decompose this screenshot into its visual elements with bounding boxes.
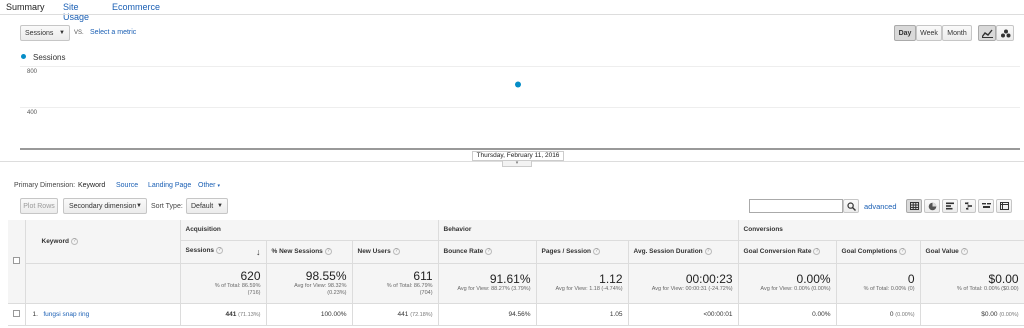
chevron-down-icon: ▼ bbox=[59, 30, 65, 36]
help-icon[interactable]: ? bbox=[485, 247, 493, 255]
total-cell: 98.55% Avg for View: 98.32% (0.23%) bbox=[266, 263, 353, 304]
select-all-checkbox[interactable] bbox=[13, 256, 20, 264]
pivot-icon[interactable] bbox=[996, 199, 1012, 213]
total-cell: 0% of Total: 0.00% (0) bbox=[836, 263, 921, 304]
total-cell: 0.00% Avg for View: 0.00% (0.00%) bbox=[738, 263, 837, 304]
col-pages-session[interactable]: Pages / Session? bbox=[536, 240, 629, 264]
totals-label-cell bbox=[25, 263, 181, 304]
help-icon[interactable]: ? bbox=[392, 247, 400, 255]
select-all-cell bbox=[8, 220, 26, 304]
goal-conv-rate-cell: 0.00% bbox=[738, 303, 837, 326]
bounce-rate-cell: 94.56% bbox=[438, 303, 537, 326]
row-checkbox[interactable] bbox=[13, 309, 20, 317]
search-icon[interactable] bbox=[843, 199, 859, 213]
col-goal-conversion-rate[interactable]: Goal Conversion Rate? bbox=[738, 240, 837, 264]
sessions-cell: 441 (71.13%) bbox=[180, 303, 267, 326]
total-cell: 1.12 Avg for View: 1.18 (-4.74%) bbox=[536, 263, 629, 304]
chevron-down-icon: ▾ bbox=[217, 183, 220, 189]
data-point-sessions[interactable] bbox=[515, 81, 521, 88]
dimension-other[interactable]: Other ▾ bbox=[198, 182, 220, 189]
new-sessions-cell: 100.00% bbox=[266, 303, 353, 326]
group-conversions: Conversions bbox=[738, 220, 1024, 241]
col-goal-value[interactable]: Goal Value? bbox=[920, 240, 1024, 264]
plot-rows-button[interactable]: Plot Rows bbox=[20, 198, 58, 214]
day-button[interactable]: Day bbox=[894, 25, 916, 41]
group-behavior: Behavior bbox=[438, 220, 739, 241]
term-cloud-icon[interactable] bbox=[978, 199, 994, 213]
chart-plot bbox=[515, 81, 521, 88]
bar-chart-icon[interactable] bbox=[942, 199, 958, 213]
advanced-filter-link[interactable]: advanced bbox=[864, 202, 897, 211]
tab-summary[interactable]: Summary bbox=[6, 2, 45, 12]
line-chart-icon[interactable] bbox=[978, 25, 996, 41]
dimension-keyword[interactable]: Keyword bbox=[78, 182, 105, 189]
week-button[interactable]: Week bbox=[916, 25, 942, 41]
chevron-down-icon: ▼ bbox=[136, 203, 142, 209]
new-users-cell: 441 (72.18%) bbox=[352, 303, 439, 326]
help-icon[interactable]: ? bbox=[324, 247, 332, 255]
comparison-icon[interactable] bbox=[960, 199, 976, 213]
group-acquisition: Acquisition bbox=[180, 220, 439, 241]
sort-type-label: Sort Type: bbox=[151, 203, 183, 210]
pie-chart-icon[interactable] bbox=[924, 199, 940, 213]
col-goal-completions[interactable]: Goal Completions? bbox=[836, 240, 921, 264]
col-sessions[interactable]: Sessions? ↓ bbox=[180, 240, 267, 264]
tab-divider bbox=[0, 14, 1024, 15]
pages-session-cell: 1.05 bbox=[536, 303, 629, 326]
metric-select-value: Sessions bbox=[25, 29, 54, 37]
help-icon[interactable]: ? bbox=[216, 246, 224, 254]
total-cell: 620% of Total: 86.59% (716) bbox=[180, 263, 267, 304]
table-row: 1. fungsi snap ring 441 (71.13%) 100.00%… bbox=[8, 303, 1024, 326]
help-icon[interactable]: ? bbox=[593, 247, 601, 255]
select-metric-link[interactable]: Select a metric bbox=[90, 29, 136, 36]
sort-type-select[interactable]: Default ▼ bbox=[186, 198, 228, 214]
motion-chart-icon[interactable] bbox=[996, 25, 1014, 41]
table-view-icon[interactable] bbox=[906, 199, 922, 213]
sort-arrow-down-icon: ↓ bbox=[256, 246, 261, 257]
table-group-header-row: Keyword? Acquisition Behavior Conversion… bbox=[8, 220, 1024, 304]
collapse-chart-handle[interactable]: ▾ bbox=[502, 161, 532, 167]
total-cell: 91.61% Avg for View: 88.27% (3.79%) bbox=[438, 263, 537, 304]
keyword-header[interactable]: Keyword? bbox=[25, 220, 181, 264]
keyword-link[interactable]: fungsi snap ring bbox=[43, 311, 89, 318]
total-cell: 00:00:23 Avg for View: 00:00:31 (-24.72%) bbox=[628, 263, 739, 304]
primary-dimension-label: Primary Dimension: bbox=[14, 182, 76, 189]
secondary-dimension-label: Secondary dimension bbox=[69, 202, 137, 210]
month-button[interactable]: Month bbox=[942, 25, 972, 41]
goal-value-cell: $0.00 (0.00%) bbox=[920, 303, 1024, 326]
data-table: Keyword? Acquisition Behavior Conversion… bbox=[8, 220, 1024, 326]
help-icon[interactable]: ? bbox=[960, 247, 968, 255]
goal-completions-cell: 0 (0.00%) bbox=[836, 303, 921, 326]
sort-type-value: Default bbox=[191, 202, 214, 210]
table-search-input[interactable] bbox=[749, 199, 843, 213]
tab-ecommerce[interactable]: Ecommerce bbox=[112, 2, 160, 12]
x-axis-label: Thursday, February 11, 2016 bbox=[472, 151, 564, 161]
col-bounce-rate[interactable]: Bounce Rate? bbox=[438, 240, 537, 264]
avg-duration-cell: <00:00:01 bbox=[628, 303, 739, 326]
dimension-source[interactable]: Source bbox=[116, 182, 138, 189]
total-cell: $0.00% of Total: 0.00% ($0.00) bbox=[920, 263, 1024, 304]
metric-select[interactable]: Sessions ▼ bbox=[20, 25, 70, 41]
col-new-users[interactable]: New Users? bbox=[352, 240, 439, 264]
total-cell: 611% of Total: 86.79% (704) bbox=[352, 263, 439, 304]
tab-site-usage[interactable]: Site Usage bbox=[63, 2, 89, 22]
col-new-sessions[interactable]: % New Sessions? bbox=[266, 240, 353, 264]
table-totals-row: 620% of Total: 86.59% (716) 98.55% Avg for… bbox=[8, 263, 1024, 304]
help-icon[interactable]: ? bbox=[899, 247, 907, 255]
row-checkbox-cell bbox=[8, 303, 26, 326]
dimension-landing-page[interactable]: Landing Page bbox=[148, 182, 191, 189]
secondary-dimension-select[interactable]: Secondary dimension ▼ bbox=[63, 198, 147, 214]
keyword-cell: 1. fungsi snap ring bbox=[25, 303, 181, 326]
chevron-down-icon: ▼ bbox=[217, 203, 223, 209]
vs-label: VS. bbox=[74, 30, 84, 36]
help-icon[interactable]: ? bbox=[704, 247, 712, 255]
help-icon[interactable]: ? bbox=[813, 247, 821, 255]
help-icon[interactable]: ? bbox=[70, 237, 78, 245]
row-index: 1. bbox=[32, 310, 38, 318]
col-avg-session-duration[interactable]: Avg. Session Duration? bbox=[628, 240, 739, 264]
